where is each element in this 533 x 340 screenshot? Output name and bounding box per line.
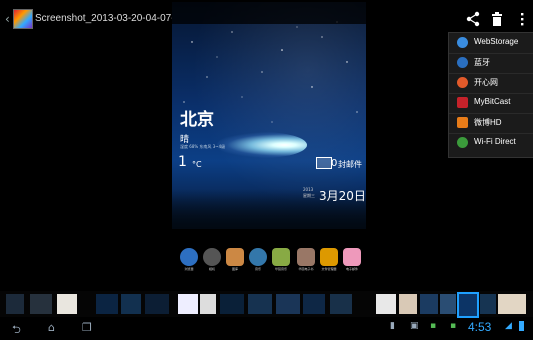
wifi-icon: ◢ bbox=[505, 321, 512, 331]
share-item-kaixin[interactable]: 开心网 bbox=[449, 73, 533, 94]
app-label: 音乐 bbox=[254, 267, 261, 271]
mail-icon bbox=[316, 157, 332, 169]
film-thumb[interactable] bbox=[220, 294, 244, 314]
film-thumb[interactable] bbox=[30, 294, 52, 314]
photo-dock: 浏览器 相机 图库 音乐 华硕音乐 华硕电子书 文件管理器 电子邮件 bbox=[0, 242, 533, 272]
weibo-icon bbox=[457, 117, 468, 128]
clock: 4:53 bbox=[468, 320, 492, 334]
home-icon[interactable]: ⌂ bbox=[48, 321, 55, 334]
share-item-label: 蓝牙 bbox=[474, 58, 490, 67]
film-thumb[interactable] bbox=[248, 294, 272, 314]
email-app-icon bbox=[343, 248, 361, 266]
film-thumb[interactable] bbox=[57, 294, 77, 314]
image-thumbnail-icon[interactable] bbox=[13, 9, 33, 29]
app-label: 华硕音乐 bbox=[274, 267, 287, 271]
app-label: 电子邮件 bbox=[345, 267, 358, 271]
share-item-label: 微博HD bbox=[474, 118, 502, 127]
bluetooth-icon bbox=[457, 57, 468, 68]
weather-humidity: 湿度 68% 东南风 3~4级 bbox=[180, 144, 226, 149]
calendar-date: 3月20日 bbox=[319, 189, 366, 203]
trash-icon[interactable] bbox=[489, 10, 505, 28]
back-icon[interactable]: ⮌ bbox=[12, 321, 21, 340]
film-thumb[interactable] bbox=[420, 294, 438, 314]
overflow-menu-icon[interactable] bbox=[514, 10, 530, 28]
film-thumb[interactable] bbox=[178, 294, 198, 314]
film-thumb[interactable] bbox=[200, 294, 216, 314]
share-item-label: WebStorage bbox=[474, 37, 519, 46]
mybitcast-icon bbox=[457, 97, 468, 108]
status-icon: ▪ bbox=[430, 321, 437, 331]
film-thumb[interactable] bbox=[276, 294, 300, 314]
film-thumb[interactable] bbox=[440, 294, 456, 314]
film-thumb[interactable] bbox=[399, 294, 417, 314]
app-label: 浏览器 bbox=[184, 267, 194, 271]
share-item-label: MyBitCast bbox=[474, 97, 511, 106]
app-label: 文件管理器 bbox=[321, 267, 337, 271]
status-icon: ▣ bbox=[410, 321, 419, 331]
browser-app-icon bbox=[180, 248, 198, 266]
camera-app-icon bbox=[203, 248, 221, 266]
film-thumb-selected[interactable] bbox=[457, 292, 479, 318]
webstorage-icon bbox=[457, 37, 468, 48]
share-item-weibo[interactable]: 微博HD bbox=[449, 113, 533, 134]
film-thumb[interactable] bbox=[6, 294, 24, 314]
film-thumb[interactable] bbox=[145, 294, 169, 314]
mail-count: 0 bbox=[331, 158, 338, 169]
up-chevron-icon[interactable]: ‹ bbox=[5, 12, 10, 26]
film-thumb[interactable] bbox=[303, 294, 325, 314]
photo-status-strip bbox=[172, 2, 366, 24]
share-item-mybitcast[interactable]: MyBitCast bbox=[449, 93, 533, 114]
asus-music-app-icon bbox=[272, 248, 290, 266]
share-item-webstorage[interactable]: WebStorage bbox=[449, 33, 533, 54]
weather-temp: 1 bbox=[178, 154, 187, 170]
weather-city: 北京 bbox=[180, 110, 214, 130]
status-icon: ▪ bbox=[450, 321, 457, 331]
film-thumb[interactable] bbox=[498, 294, 526, 314]
music-app-icon bbox=[249, 248, 267, 266]
mail-label: 封邮件 bbox=[338, 160, 362, 169]
share-item-bluetooth[interactable]: 蓝牙 bbox=[449, 53, 533, 74]
filmstrip[interactable] bbox=[0, 291, 533, 318]
ebook-app-icon bbox=[297, 248, 315, 266]
film-thumb[interactable] bbox=[121, 294, 141, 314]
status-icon: ▮ bbox=[390, 321, 395, 331]
share-icon[interactable] bbox=[465, 10, 481, 28]
film-thumb[interactable] bbox=[330, 294, 352, 314]
share-item-label: 开心网 bbox=[474, 78, 498, 87]
kaixin-icon bbox=[457, 77, 468, 88]
battery-icon bbox=[519, 321, 524, 331]
app-label: 华硕电子书 bbox=[298, 267, 314, 271]
film-thumb[interactable] bbox=[96, 294, 118, 314]
film-thumb[interactable] bbox=[376, 294, 396, 314]
photo-viewer[interactable]: 北京 晴 湿度 68% 东南风 3~4级 1 °C 0 封邮件 2013 星期三… bbox=[172, 2, 366, 229]
share-menu: WebStorage 蓝牙 开心网 MyBitCast 微博HD Wi-Fi D… bbox=[448, 32, 533, 158]
system-nav-bar: ⮌ ⌂ ❐ ▮ ▣ ▪ ▪ bbox=[0, 318, 533, 337]
calendar-year: 2013 bbox=[303, 187, 314, 192]
film-thumb[interactable] bbox=[480, 294, 496, 314]
share-item-label: Wi-Fi Direct bbox=[474, 137, 516, 146]
weather-unit: °C bbox=[192, 160, 202, 169]
gallery-app-icon bbox=[226, 248, 244, 266]
comet-graphic bbox=[217, 132, 307, 158]
recent-apps-icon[interactable]: ❐ bbox=[82, 321, 92, 334]
file-manager-app-icon bbox=[320, 248, 338, 266]
app-label: 图库 bbox=[231, 267, 238, 271]
wifi-direct-icon bbox=[457, 137, 468, 148]
share-item-wifi-direct[interactable]: Wi-Fi Direct bbox=[449, 133, 533, 153]
calendar-weekday: 星期三 bbox=[303, 193, 315, 198]
app-label: 相机 bbox=[208, 267, 215, 271]
